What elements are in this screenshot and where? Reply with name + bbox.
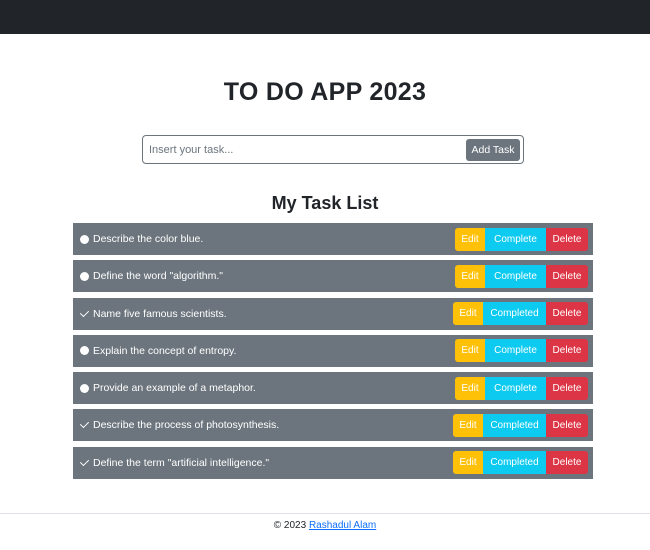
task-text: Define the word "algorithm.": [93, 270, 224, 283]
task-actions: Edit Completed Delete: [453, 302, 588, 326]
task-text: Name five famous scientists.: [93, 307, 227, 320]
edit-button[interactable]: Edit: [455, 376, 485, 400]
delete-button[interactable]: Delete: [546, 227, 588, 251]
circle-icon: [79, 271, 89, 281]
task-actions: Edit Complete Delete: [455, 339, 588, 363]
footer: © 2023 Rashadul Alam: [0, 520, 650, 531]
edit-button[interactable]: Edit: [453, 451, 483, 475]
task-text: Describe the color blue.: [93, 233, 204, 245]
task-list-title: My Task List: [271, 193, 379, 213]
delete-button[interactable]: Delete: [546, 302, 588, 326]
task-actions: Edit Completed Delete: [453, 413, 588, 437]
check-icon: [79, 456, 89, 468]
complete-button[interactable]: Complete: [485, 227, 546, 251]
task-actions: Edit Complete Delete: [455, 376, 588, 400]
edit-button[interactable]: Edit: [453, 413, 483, 437]
edit-button[interactable]: Edit: [455, 339, 485, 363]
add-task-form: Add Task: [142, 135, 524, 164]
task-row: Define the term "artificial intelligence…: [73, 446, 593, 479]
circle-icon: [79, 234, 89, 244]
edit-button[interactable]: Edit: [455, 264, 485, 288]
delete-button[interactable]: Delete: [546, 264, 588, 288]
task-row: Define the word "algorithm." Edit Comple…: [73, 260, 593, 293]
task-row: Describe the color blue. Edit Complete D…: [73, 223, 593, 255]
check-icon: [79, 307, 89, 319]
completed-button[interactable]: Completed: [483, 451, 546, 475]
circle-icon: [79, 346, 89, 356]
completed-button[interactable]: Completed: [483, 413, 546, 437]
task-row: Provide an example of a metaphor. Edit C…: [73, 372, 593, 405]
top-navbar: [0, 0, 650, 34]
footer-divider: [0, 513, 650, 514]
add-task-button[interactable]: Add Task: [466, 138, 520, 161]
task-text: Provide an example of a metaphor.: [93, 382, 256, 395]
delete-button[interactable]: Delete: [546, 413, 588, 437]
author-link[interactable]: Rashadul Alam: [309, 520, 376, 531]
task-list: Describe the color blue. Edit Complete D…: [73, 223, 593, 484]
task-actions: Edit Completed Delete: [453, 451, 588, 475]
task-text: Define the term "artificial intelligence…: [93, 456, 270, 469]
complete-button[interactable]: Complete: [485, 339, 546, 363]
task-actions: Edit Complete Delete: [455, 227, 588, 251]
task-text: Describe the process of photosynthesis.: [93, 419, 280, 432]
task-actions: Edit Complete Delete: [455, 264, 588, 288]
copyright-text: © 2023: [273, 520, 307, 531]
task-input[interactable]: [143, 136, 466, 163]
edit-button[interactable]: Edit: [455, 227, 485, 251]
delete-button[interactable]: Delete: [546, 339, 588, 363]
page-title: TO DO APP 2023: [223, 78, 427, 106]
task-row: Describe the process of photosynthesis. …: [73, 409, 593, 442]
task-row: Explain the concept of entropy. Edit Com…: [73, 334, 593, 367]
check-icon: [79, 419, 89, 430]
edit-button[interactable]: Edit: [453, 302, 483, 326]
circle-icon: [79, 383, 89, 393]
task-row: Name five famous scientists. Edit Comple…: [73, 297, 593, 330]
delete-button[interactable]: Delete: [546, 451, 588, 475]
completed-button[interactable]: Completed: [483, 302, 546, 326]
complete-button[interactable]: Complete: [485, 264, 546, 288]
complete-button[interactable]: Complete: [485, 376, 546, 400]
delete-button[interactable]: Delete: [546, 376, 588, 400]
task-text: Explain the concept of entropy.: [93, 344, 237, 357]
